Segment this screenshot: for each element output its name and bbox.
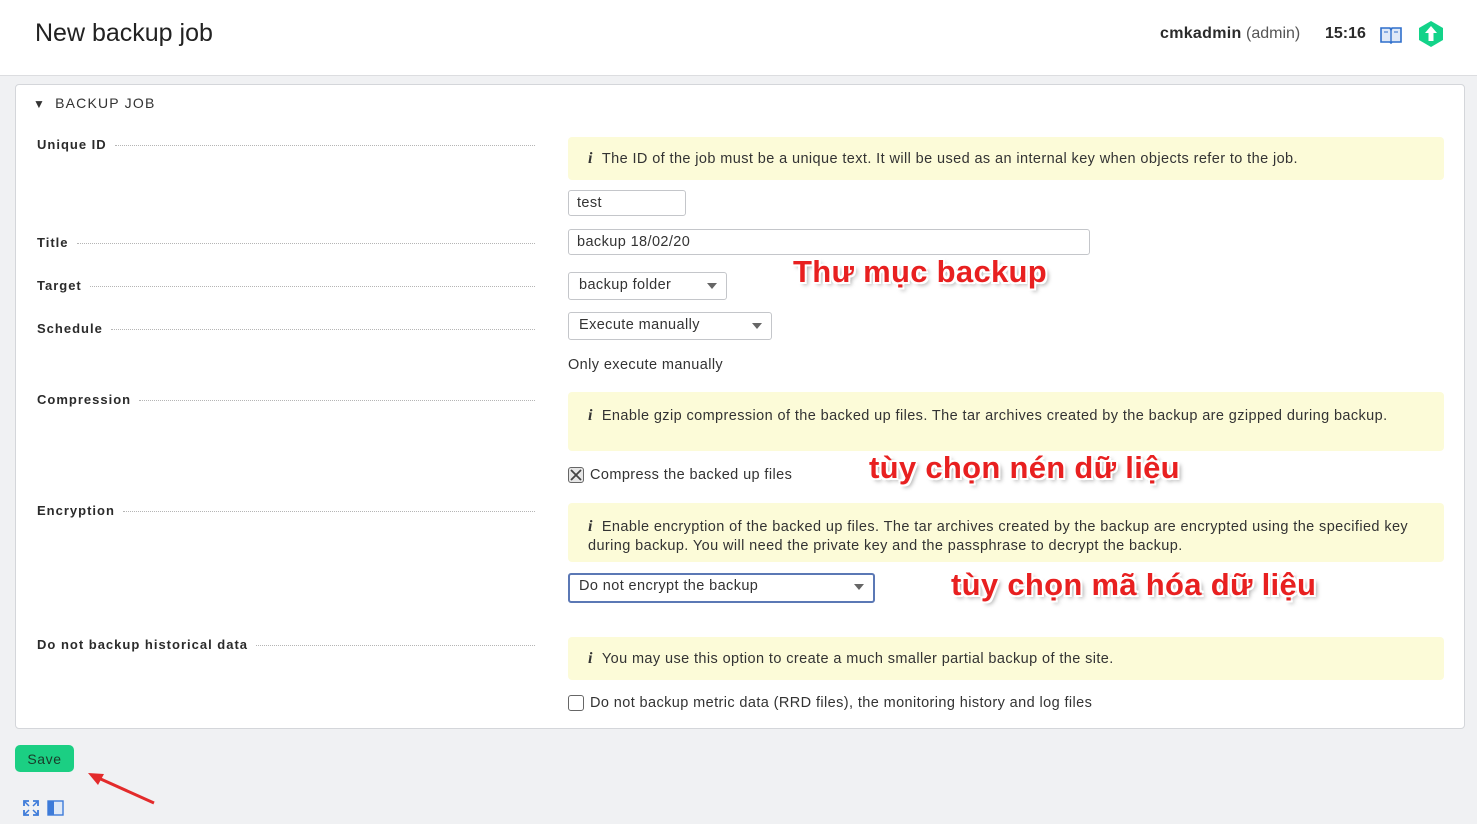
target-annotation: Thư mục backup [793,254,1048,289]
target-label: Target [37,278,535,293]
username: cmkadmin [1160,25,1242,42]
clock: 15:16 [1325,25,1366,42]
compression-checkbox[interactable] [568,467,584,483]
info-icon: i [588,150,593,167]
page-title: New backup job [35,19,213,47]
backup-job-panel: ▼ BACKUP JOB Unique ID i The ID of the job… [15,84,1465,729]
info-icon: i [588,518,593,535]
unique-id-help: i The ID of the job must be a unique text… [568,137,1444,180]
schedule-note: Only execute manually [568,357,724,373]
target-select[interactable]: backup folder [568,272,727,300]
triangle-down-icon[interactable]: ▼ [33,97,46,111]
top-bar: New backup job cmkadmin (admin) 15:16 [0,0,1477,76]
checkmk-logo-icon[interactable] [1418,20,1444,48]
no-history-label: Do not backup historical data [37,637,535,652]
encryption-annotation: tùy chọn mã hóa dữ liệu [951,567,1317,602]
user-role: (admin) [1246,25,1301,42]
compression-checkbox-label: Compress the backed up files [590,467,793,483]
info-icon: i [588,650,593,667]
help-book-icon[interactable] [1379,25,1403,45]
schedule-label: Schedule [37,321,535,336]
fullscreen-icon[interactable] [22,799,40,817]
no-history-help: i You may use this option to create a muc… [568,637,1444,680]
chevron-down-icon [752,323,762,329]
title-label: Title [37,235,535,250]
user-info: cmkadmin (admin) [1160,25,1300,43]
compression-annotation: tùy chọn nén dữ liệu [869,450,1180,485]
section-title: BACKUP JOB [55,95,156,111]
section-header[interactable]: ▼ BACKUP JOB [33,95,156,111]
no-history-checkbox[interactable] [568,695,584,711]
unique-id-label: Unique ID [37,137,535,152]
no-history-checkbox-label: Do not backup metric data (RRD files), t… [590,695,1093,711]
schedule-select[interactable]: Execute manually [568,312,772,340]
unique-id-input[interactable] [568,190,686,216]
no-history-checkbox-row[interactable]: Do not backup metric data (RRD files), t… [568,695,1092,711]
encryption-label: Encryption [37,503,535,518]
compression-help: i Enable gzip compression of the backed u… [568,392,1444,451]
checkmark-icon [570,469,582,481]
red-arrow-icon [88,773,155,805]
compression-checkbox-row[interactable]: Compress the backed up files [568,467,792,483]
encryption-select[interactable]: Do not encrypt the backup [568,573,875,603]
sidebar-icon[interactable] [47,800,64,816]
encryption-help: i Enable encryption of the backed up file… [568,503,1444,562]
info-icon: i [588,407,593,424]
title-input[interactable] [568,229,1090,255]
chevron-down-icon [707,283,717,289]
compression-label: Compression [37,392,535,407]
chevron-down-icon [854,584,864,590]
save-button[interactable]: Save [15,745,74,772]
